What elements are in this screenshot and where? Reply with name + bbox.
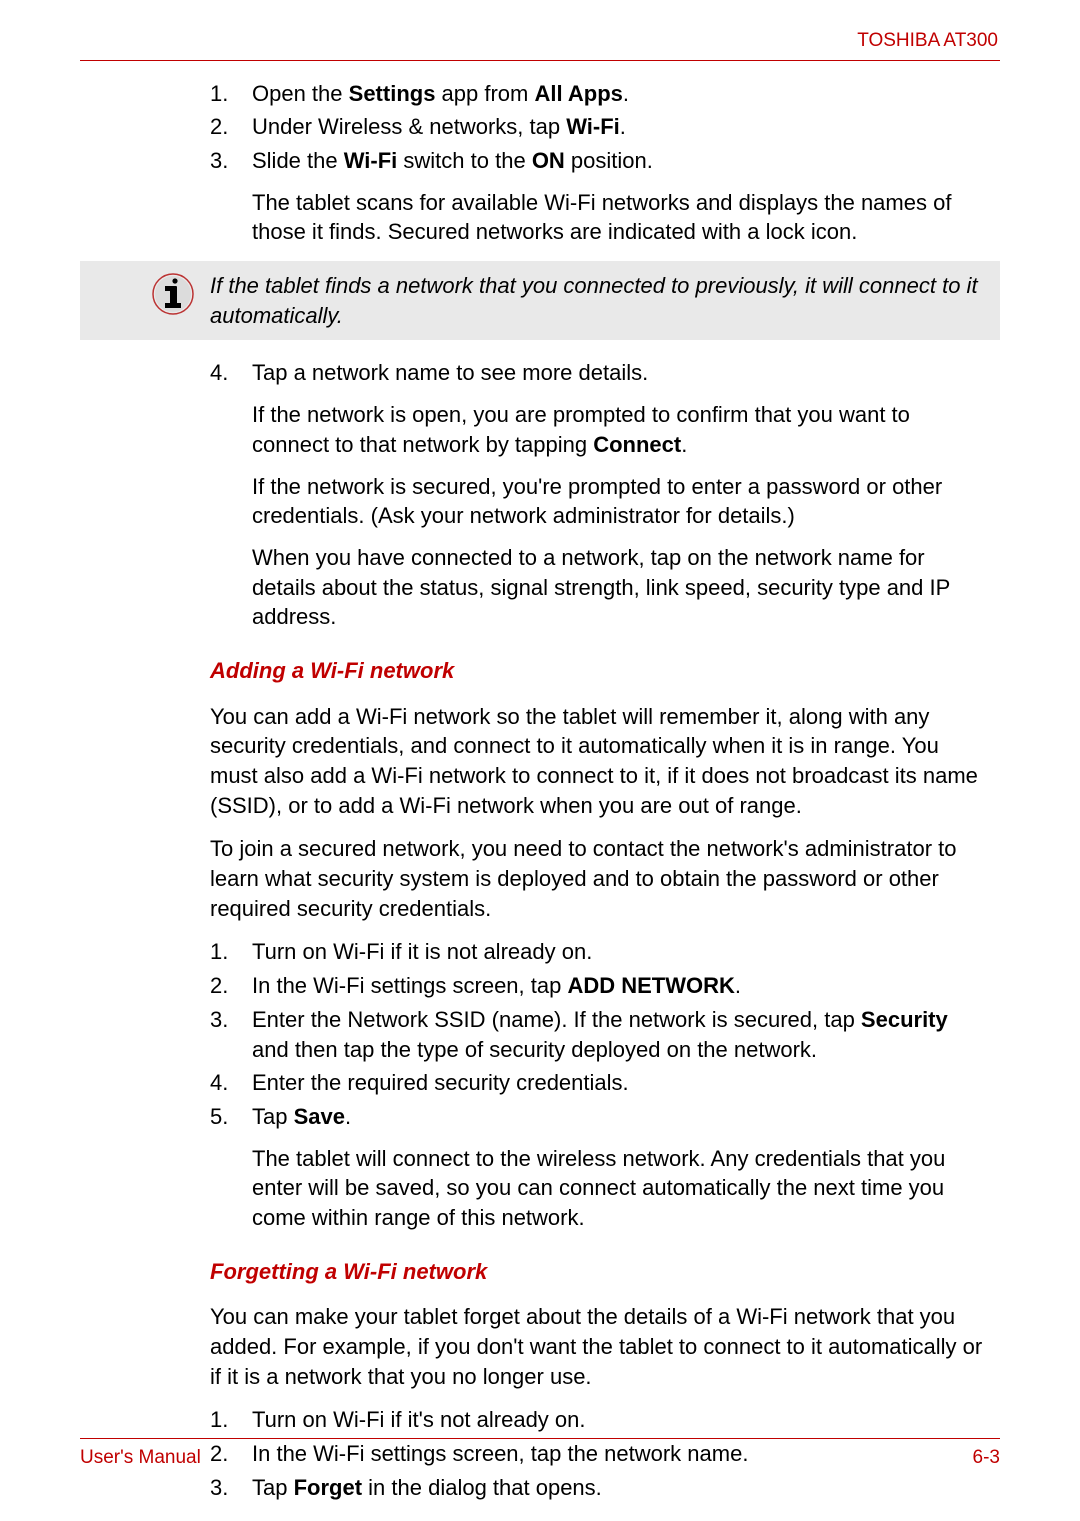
list-item: 4. Enter the required security credentia… [210,1068,990,1098]
main-content: 1. Open the Settings app from All Apps. … [80,79,1000,1503]
list-num: 4. [210,358,252,388]
list-num: 2. [210,112,252,142]
list-continuation: The tablet scans for available Wi-Fi net… [210,188,990,247]
info-icon [80,271,210,323]
list-text: Enter the required security credentials. [252,1068,990,1098]
list-num: 1. [210,79,252,109]
list-continuation: If the network is open, you are prompted… [210,400,990,459]
list-item: 2. Under Wireless & networks, tap Wi-Fi. [210,112,990,142]
list-item: 3. Enter the Network SSID (name). If the… [210,1005,990,1064]
list-num: 3. [210,1005,252,1064]
list-text: Under Wireless & networks, tap Wi-Fi. [252,112,990,142]
footer: User's Manual 6-3 [80,1438,1000,1471]
list-text: Tap Forget in the dialog that opens. [252,1473,990,1503]
section-heading-adding: Adding a Wi-Fi network [210,656,990,686]
paragraph: You can make your tablet forget about th… [210,1302,990,1391]
list-text: Turn on Wi-Fi if it is not already on. [252,937,990,967]
list-item: 1. Open the Settings app from All Apps. [210,79,990,109]
list-num: 4. [210,1068,252,1098]
list-item: 4. Tap a network name to see more detail… [210,358,990,388]
footer-right: 6-3 [973,1445,1000,1471]
list-text: Tap Save. [252,1102,990,1132]
header-product: TOSHIBA AT300 [80,28,1000,54]
list-continuation: The tablet will connect to the wireless … [210,1144,990,1233]
list-num: 1. [210,937,252,967]
list-num: 5. [210,1102,252,1132]
footer-left: User's Manual [80,1445,201,1471]
paragraph: To join a secured network, you need to c… [210,834,990,923]
note-box: If the tablet finds a network that you c… [80,261,1000,340]
list-item: 1. Turn on Wi-Fi if it is not already on… [210,937,990,967]
list-item: 3. Slide the Wi-Fi switch to the ON posi… [210,146,990,176]
list-continuation: If the network is secured, you're prompt… [210,472,990,531]
footer-rule [80,1438,1000,1439]
list-num: 3. [210,1473,252,1503]
list-item: 1. Turn on Wi-Fi if it's not already on. [210,1405,990,1435]
section-heading-forgetting: Forgetting a Wi-Fi network [210,1257,990,1287]
list-text: Enter the Network SSID (name). If the ne… [252,1005,990,1064]
list-text: Open the Settings app from All Apps. [252,79,990,109]
list-text: In the Wi-Fi settings screen, tap ADD NE… [252,971,990,1001]
list-continuation: When you have connected to a network, ta… [210,543,990,632]
list-text: Tap a network name to see more details. [252,358,990,388]
paragraph: You can add a Wi-Fi network so the table… [210,702,990,821]
list-num: 3. [210,146,252,176]
list-num: 2. [210,971,252,1001]
list-item: 2. In the Wi-Fi settings screen, tap ADD… [210,971,990,1001]
note-text: If the tablet finds a network that you c… [210,271,990,330]
list-num: 1. [210,1405,252,1435]
header-rule [80,60,1000,61]
list-text: Turn on Wi-Fi if it's not already on. [252,1405,990,1435]
list-item: 5. Tap Save. [210,1102,990,1132]
list-text: Slide the Wi-Fi switch to the ON positio… [252,146,990,176]
list-item: 3. Tap Forget in the dialog that opens. [210,1473,990,1503]
